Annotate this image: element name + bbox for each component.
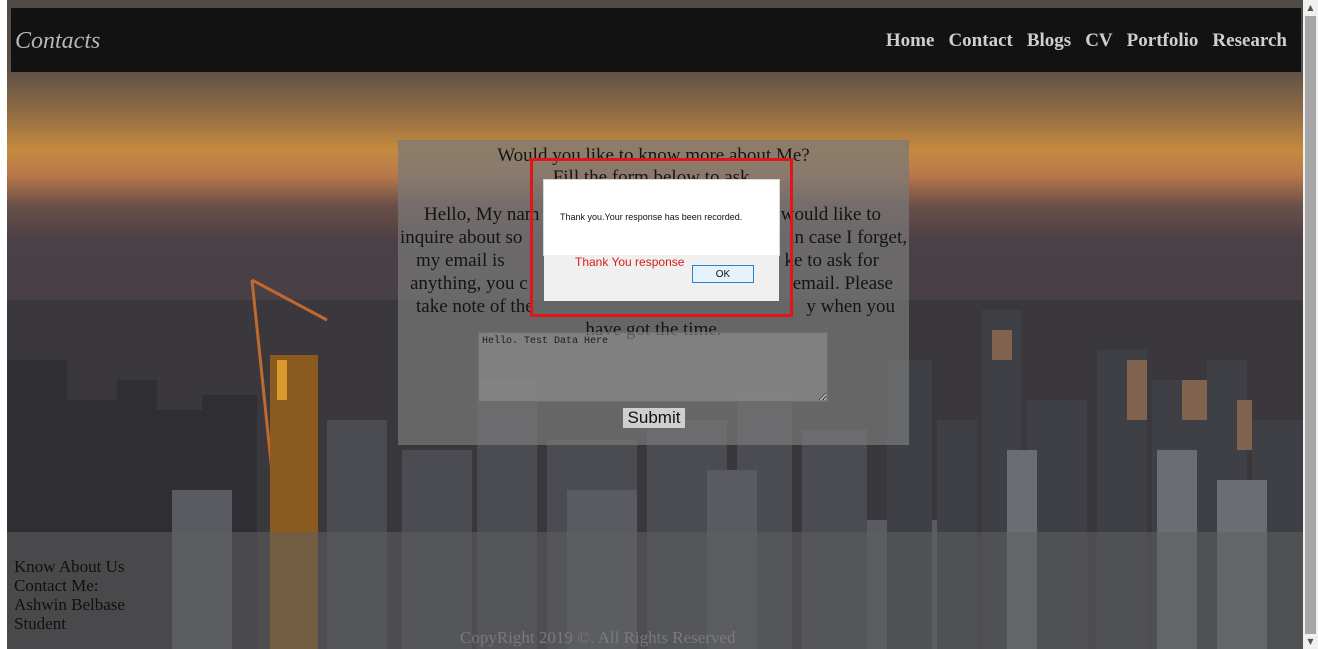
- intro-line-2-left: inquire about so: [400, 227, 523, 248]
- page-viewport: Contacts Home Contact Blogs CV Portfolio…: [0, 0, 1303, 649]
- intro-line-4-right: email. Please: [792, 273, 893, 294]
- nav-cv[interactable]: CV: [1085, 30, 1112, 52]
- nav-home[interactable]: Home: [886, 30, 935, 52]
- alert-message: Thank you.Your response has been recorde…: [560, 212, 743, 222]
- ok-button[interactable]: OK: [692, 265, 754, 283]
- footer-know-about-us[interactable]: Know About Us: [14, 557, 125, 576]
- intro-line-3-left: my email is: [416, 250, 505, 271]
- alert-dialog: Thank you.Your response has been recorde…: [544, 180, 779, 255]
- nav-blogs[interactable]: Blogs: [1027, 30, 1071, 52]
- submit-button[interactable]: Submit: [622, 407, 686, 429]
- footer-name: Ashwin Belbase: [14, 595, 125, 614]
- nav-contact[interactable]: Contact: [948, 30, 1012, 52]
- site-header: Contacts Home Contact Blogs CV Portfolio…: [11, 8, 1301, 72]
- intro-line-5-left: take note of the: [416, 296, 534, 317]
- scroll-down-icon[interactable]: ▼: [1303, 634, 1318, 649]
- nav-research[interactable]: Research: [1212, 30, 1287, 52]
- main-nav: Home Contact Blogs CV Portfolio Research: [886, 30, 1287, 52]
- intro-line-2-right: in case I forget,: [789, 227, 907, 248]
- alert-footer: Thank You response OK: [544, 255, 779, 301]
- footer-role: Student: [14, 614, 66, 633]
- scroll-thumb[interactable]: [1305, 16, 1316, 634]
- intro-line-3-right: ke to ask for: [784, 250, 879, 271]
- scroll-up-icon[interactable]: ▲: [1303, 0, 1318, 15]
- footer-contact-me: Contact Me:: [14, 576, 99, 595]
- message-textarea[interactable]: Hello. Test Data Here: [478, 332, 828, 402]
- intro-line-1-right: would like to: [780, 204, 881, 225]
- site-footer: Know About Us Contact Me: Ashwin Belbase…: [7, 532, 1303, 649]
- site-title: Contacts: [15, 28, 101, 54]
- vertical-scrollbar[interactable]: ▲ ▼: [1303, 0, 1318, 649]
- intro-line-4-left: anything, you c: [410, 273, 528, 294]
- intro-line-5-right: y when you: [806, 296, 895, 317]
- footer-links: Know About Us Contact Me: Ashwin Belbase…: [14, 557, 125, 633]
- intro-line-1-left: Hello, My nam: [424, 204, 540, 225]
- alert-status-text: Thank You response: [575, 255, 685, 269]
- nav-portfolio[interactable]: Portfolio: [1127, 30, 1199, 52]
- copyright-text: CopyRight 2019 ©. All Rights Reserved: [460, 628, 736, 647]
